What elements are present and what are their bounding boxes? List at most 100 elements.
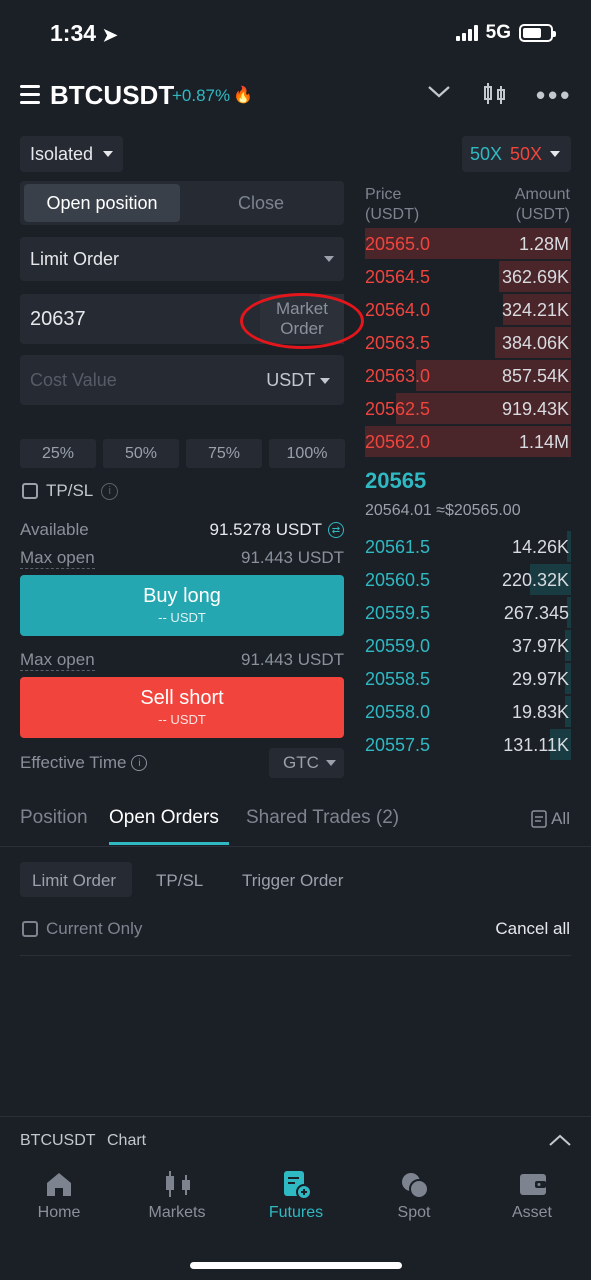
pair-title[interactable]: BTCUSDT [50,80,174,111]
checkbox-icon[interactable] [22,921,38,937]
all-filter-button[interactable]: All [531,809,570,829]
wallet-icon [518,1170,546,1198]
cost-value-input[interactable]: Cost Value USDT [20,355,344,405]
current-only-toggle[interactable]: Current Only [22,919,142,939]
orderbook-amount: 29.97K [511,669,569,689]
margin-mode-select[interactable]: Isolated [20,136,123,172]
divider [0,846,591,847]
orderbook-row[interactable]: 20564.0 324.21K [365,294,571,327]
order-type-select[interactable]: Limit Order [20,237,344,281]
orderbook-amount: 324.21K [501,300,569,320]
candles-icon [163,1170,191,1198]
orderbook-row[interactable]: 20562.5 919.43K [365,393,571,426]
filter-tpsl[interactable]: TP/SL [156,871,203,891]
transfer-icon[interactable]: ⇄ [328,522,344,538]
more-icon[interactable]: ••• [536,80,572,111]
caret-down-icon [324,256,334,262]
orderbook-amount: 1.28M [518,234,569,254]
home-indicator [190,1262,402,1269]
percent-100-button[interactable]: 100% [269,439,345,468]
orderbook-price: 20564.0 [365,300,431,320]
orderbook-price: 20558.0 [365,702,431,722]
futures-icon [282,1170,312,1200]
nav-futures[interactable]: Futures [251,1170,341,1222]
percent-25-button[interactable]: 25% [20,439,96,468]
available-value: 91.5278 USDT ⇄ [210,520,344,540]
orderbook-price: 20558.5 [365,669,431,689]
divider [20,955,571,956]
effective-time-select[interactable]: GTC [269,748,344,778]
leverage-select[interactable]: 50X 50X [462,136,571,172]
orderbook-row[interactable]: 20558.5 29.97K [365,663,571,696]
nav-asset[interactable]: Asset [487,1170,577,1222]
max-open-long-value: 91.443 USDT [241,548,344,567]
max-open-short-value: 91.443 USDT [241,650,344,669]
orderbook-price: 20562.5 [365,399,431,419]
orderbook-price: 20561.5 [365,537,431,557]
fire-icon: 🔥 [233,87,253,104]
candlestick-icon[interactable] [481,80,509,115]
buy-long-button[interactable]: Buy long -- USDT [20,575,344,636]
orderbook-row[interactable]: 20564.5 362.69K [365,261,571,294]
list-icon [531,810,547,828]
checkbox-icon[interactable] [22,483,38,499]
orderbook-row[interactable]: 20558.0 19.83K [365,696,571,729]
orderbook-row[interactable]: 20560.5 220.32K [365,564,571,597]
nav-home[interactable]: Home [14,1170,104,1222]
orderbook-price-header: Price (USDT) [365,186,420,223]
caret-down-icon [103,151,113,157]
orderbook-row[interactable]: 20563.5 384.06K [365,327,571,360]
status-time: 1:34 ➤ [50,20,118,46]
chevron-up-icon[interactable] [548,1128,572,1157]
unit-select[interactable]: USDT [266,370,330,391]
orderbook-price: 20560.5 [365,570,431,590]
orderbook-amount: 384.06K [501,333,569,353]
mark-price: 20564.01 ≈$20565.00 [365,502,521,519]
chart-bar-pair: BTCUSDT [20,1132,96,1149]
orderbook-row[interactable]: 20563.0 857.54K [365,360,571,393]
tab-open-orders[interactable]: Open Orders [109,807,219,829]
caret-down-icon [326,760,336,766]
menu-icon[interactable] [20,85,40,109]
percent-75-button[interactable]: 75% [186,439,262,468]
caret-down-icon [550,151,561,157]
tab-open-position[interactable]: Open position [24,184,180,222]
battery-icon [519,24,556,42]
orderbook-row[interactable]: 20559.0 37.97K [365,630,571,663]
last-price: 20565 [365,468,427,493]
tab-position[interactable]: Position [20,807,88,829]
signal-icon [455,25,478,41]
orderbook-amount-header: Amount (USDT) [514,186,570,223]
info-icon[interactable]: i [101,482,119,500]
sell-short-button[interactable]: Sell short -- USDT [20,677,344,738]
tab-close[interactable]: Close [182,184,340,222]
orderbook-row[interactable]: 20562.0 1.14M [365,426,571,459]
nav-markets[interactable]: Markets [132,1170,222,1222]
orderbook-amount: 267.345 [503,603,569,623]
filter-limit-order-label: Limit Order [32,871,117,890]
orderbook-amount: 1.14M [518,432,569,452]
orderbook-price: 20563.0 [365,366,431,386]
nav-spot[interactable]: Spot [369,1170,459,1222]
orderbook-amount: 220.32K [501,570,569,590]
network-label: 5G [485,22,511,43]
orderbook-row[interactable]: 20559.5 267.345 [365,597,571,630]
orderbook-amount: 857.54K [501,366,569,386]
orderbook-price: 20559.5 [365,603,431,623]
orderbook-row[interactable]: 20557.5 131.11K [365,729,571,762]
chevron-down-icon[interactable] [426,78,452,111]
position-tabs: Open position Close [20,181,344,225]
orderbook-row[interactable]: 20561.5 14.26K [365,531,571,564]
effective-time-label: Effective Time i [20,753,148,773]
cancel-all-button[interactable]: Cancel all [495,919,570,939]
tab-shared-trades[interactable]: Shared Trades (2) [246,807,399,829]
orderbook-amount: 131.11K [503,735,569,755]
max-open-short-label: Max open [20,650,95,671]
info-icon[interactable]: i [131,755,148,771]
percent-50-button[interactable]: 50% [103,439,179,468]
tpsl-toggle[interactable]: TP/SL i [22,481,119,501]
spot-icon [400,1170,429,1199]
chart-bar-label[interactable]: Chart [107,1132,146,1150]
orderbook-row[interactable]: 20565.0 1.28M [365,228,571,261]
filter-trigger-order[interactable]: Trigger Order [242,871,343,891]
